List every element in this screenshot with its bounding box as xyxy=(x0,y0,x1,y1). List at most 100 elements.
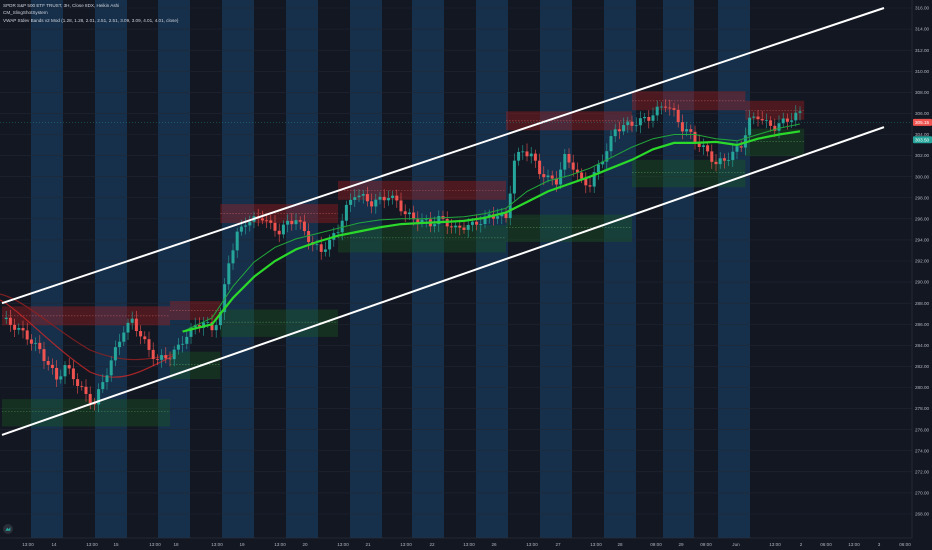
candle-body xyxy=(764,120,768,122)
chart-root: 316.00 314.00 312.00 310.00 308.00 306.00 304.… xyxy=(0,0,932,550)
candle-body xyxy=(609,136,613,152)
symbol-line[interactable]: SPDR S&P 500 ETF TRUST, 3H, Close 8DX, H… xyxy=(3,2,178,9)
candle-body xyxy=(17,328,21,330)
price-tick-label: 286.00 xyxy=(915,322,929,327)
candle-body xyxy=(794,112,798,121)
candle-body xyxy=(643,116,647,119)
candle-body xyxy=(8,317,12,325)
indicator-vwap-bands[interactable]: VWAP Stdev Bands v2 Mod (1.28, 1.28, 2.0… xyxy=(3,17,178,24)
candle-body xyxy=(323,249,327,252)
candle-body xyxy=(693,131,697,143)
candle-body xyxy=(760,119,764,121)
time-tick-label: 13:00 xyxy=(463,542,475,547)
vwap-price-label: 303.50 xyxy=(915,137,929,142)
time-tick-label: 13:00 xyxy=(769,542,781,547)
session-band xyxy=(158,0,190,538)
candle-body xyxy=(529,153,533,157)
candle-body xyxy=(315,244,319,246)
last-price-label: 305.15 xyxy=(915,120,929,125)
candle-body xyxy=(563,154,567,170)
candle-body xyxy=(344,204,348,221)
candle-body xyxy=(458,225,462,228)
session-band xyxy=(476,0,508,538)
session-band xyxy=(412,0,444,538)
session-band xyxy=(540,0,572,538)
candle-body xyxy=(382,196,386,201)
price-tick-label: 276.00 xyxy=(915,427,929,432)
candle-body xyxy=(298,220,302,222)
candle-body xyxy=(622,125,626,132)
candle-body xyxy=(147,339,151,350)
price-tick-label: 278.00 xyxy=(915,406,929,411)
candle-body xyxy=(290,220,294,225)
candle-body xyxy=(718,158,722,165)
candle-body xyxy=(286,220,290,225)
candle-body xyxy=(231,250,235,264)
candle-body xyxy=(638,118,642,126)
time-tick-label: 28 xyxy=(617,542,623,547)
candle-body xyxy=(466,224,470,230)
time-tick-label: 13:00 xyxy=(274,542,286,547)
indicator-slingshot[interactable]: CM_SlingShotSystem xyxy=(3,9,178,16)
candle-body xyxy=(365,194,369,202)
candle-body xyxy=(584,178,588,186)
candle-body xyxy=(71,368,75,380)
candle-body xyxy=(596,164,600,173)
candle-body xyxy=(752,116,756,118)
candle-body xyxy=(353,197,357,200)
candle-body xyxy=(38,342,42,350)
time-tick-label: 14 xyxy=(51,542,57,547)
candle-body xyxy=(685,129,689,132)
candle-body xyxy=(739,146,743,148)
time-tick-label: 13:00 xyxy=(86,542,98,547)
candle-body xyxy=(155,359,159,360)
candle-body xyxy=(151,349,155,360)
candle-body xyxy=(613,129,617,137)
vwap-lower-band xyxy=(170,351,221,380)
candle-body xyxy=(185,336,189,344)
candle-body xyxy=(328,239,332,250)
candle-body xyxy=(475,221,479,225)
candle-body xyxy=(533,153,537,161)
candle-body xyxy=(319,244,323,252)
price-tick-label: 314.00 xyxy=(915,27,929,32)
candle-body xyxy=(546,175,550,178)
candle-body xyxy=(172,349,176,360)
time-tick-label: 3 xyxy=(878,542,881,547)
candle-body xyxy=(34,342,38,344)
candle-body xyxy=(701,145,705,147)
candle-body xyxy=(84,386,88,394)
candle-body xyxy=(542,174,546,178)
candle-body xyxy=(689,129,693,132)
candle-body xyxy=(76,379,80,386)
candle-body xyxy=(512,160,516,194)
price-tick-label: 282.00 xyxy=(915,364,929,369)
candle-body xyxy=(122,332,126,342)
candle-body xyxy=(550,175,554,179)
price-tick-label: 294.00 xyxy=(915,238,929,243)
candle-body xyxy=(50,364,54,368)
candle-body xyxy=(206,322,210,323)
candle-body xyxy=(680,122,684,132)
candle-body xyxy=(176,344,180,350)
price-tick-label: 312.00 xyxy=(915,48,929,53)
time-tick-label: 26 xyxy=(491,542,497,547)
session-band xyxy=(31,0,63,538)
candle-body xyxy=(517,151,521,161)
candle-body xyxy=(59,376,63,380)
tradingview-logo-icon[interactable] xyxy=(3,524,13,534)
candle-body xyxy=(164,355,168,359)
candle-body xyxy=(769,120,773,126)
candle-body xyxy=(235,231,239,251)
candle-body xyxy=(374,199,378,207)
price-chart[interactable]: 316.00314.00312.00310.00308.00306.00304.… xyxy=(0,0,932,550)
candle-body xyxy=(634,125,638,127)
candle-body xyxy=(25,330,29,340)
candle-body xyxy=(126,322,130,333)
candle-body xyxy=(13,324,17,330)
candle-body xyxy=(244,225,248,227)
session-band xyxy=(95,0,127,538)
candle-body xyxy=(361,194,365,196)
candle-body xyxy=(785,118,789,122)
session-band xyxy=(350,0,382,538)
